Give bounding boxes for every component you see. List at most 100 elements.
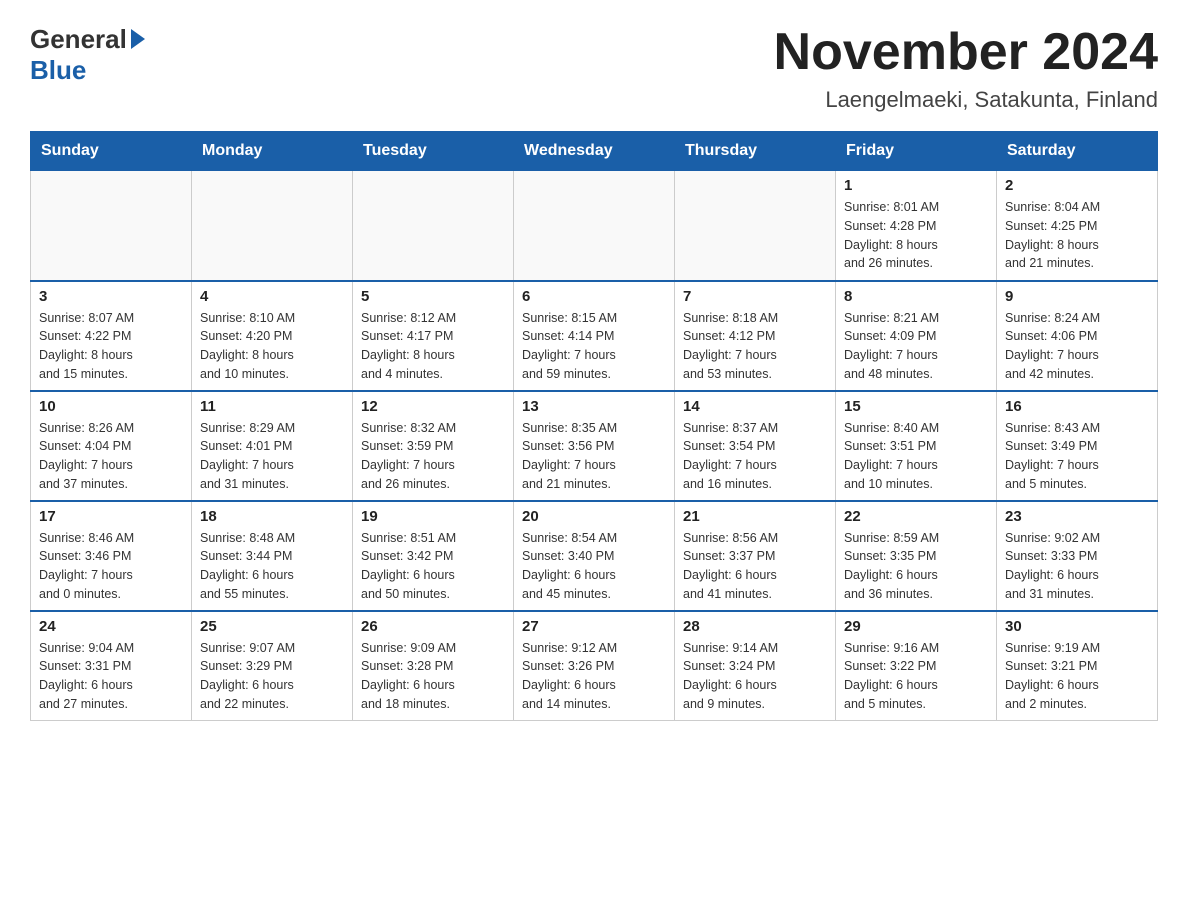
calendar-cell: 3Sunrise: 8:07 AM Sunset: 4:22 PM Daylig… [31, 281, 192, 391]
calendar-cell [675, 171, 836, 281]
day-info: Sunrise: 8:32 AM Sunset: 3:59 PM Dayligh… [361, 419, 505, 494]
calendar-cell: 29 Sunrise: 9:16 AM Sunset: 3:22 PM Dayli… [836, 611, 997, 721]
day-info: Sunrise: 8:59 AM Sunset: 3:35 PM Dayligh… [844, 529, 988, 604]
calendar-cell: 23Sunrise: 9:02 AM Sunset: 3:33 PM Dayli… [997, 501, 1158, 611]
day-info: Sunrise: 8:48 AM Sunset: 3:44 PM Dayligh… [200, 529, 344, 604]
logo: General Blue [30, 24, 145, 86]
day-number: 27 [522, 618, 666, 635]
weekday-header-monday: Monday [192, 132, 353, 171]
calendar-cell: 10 Sunrise: 8:26 AM Sunset: 4:04 PM Dayli… [31, 391, 192, 501]
calendar-cell [514, 171, 675, 281]
calendar-cell: 4 Sunrise: 8:10 AM Sunset: 4:20 PM Daylig… [192, 281, 353, 391]
calendar-week-row: 17 Sunrise: 8:46 AM Sunset: 3:46 PM Dayli… [31, 501, 1158, 611]
day-info: Sunrise: 8:07 AM Sunset: 4:22 PM Dayligh… [39, 309, 183, 384]
calendar-week-row: 10 Sunrise: 8:26 AM Sunset: 4:04 PM Dayli… [31, 391, 1158, 501]
day-info: Sunrise: 8:18 AM Sunset: 4:12 PM Dayligh… [683, 309, 827, 384]
day-number: 7 [683, 288, 827, 305]
calendar-cell: 7 Sunrise: 8:18 AM Sunset: 4:12 PM Daylig… [675, 281, 836, 391]
day-info: Sunrise: 9:09 AM Sunset: 3:28 PM Dayligh… [361, 639, 505, 714]
day-number: 2 [1005, 177, 1149, 194]
calendar-cell [192, 171, 353, 281]
calendar-cell: 24 Sunrise: 9:04 AM Sunset: 3:31 PM Dayli… [31, 611, 192, 721]
calendar-week-row: 1 Sunrise: 8:01 AM Sunset: 4:28 PM Daylig… [31, 171, 1158, 281]
day-number: 17 [39, 508, 183, 525]
weekday-header-friday: Friday [836, 132, 997, 171]
weekday-header-wednesday: Wednesday [514, 132, 675, 171]
calendar-cell: 21 Sunrise: 8:56 AM Sunset: 3:37 PM Dayli… [675, 501, 836, 611]
day-info: Sunrise: 8:10 AM Sunset: 4:20 PM Dayligh… [200, 309, 344, 384]
calendar-cell: 16 Sunrise: 8:43 AM Sunset: 3:49 PM Dayli… [997, 391, 1158, 501]
weekday-header-tuesday: Tuesday [353, 132, 514, 171]
calendar-cell: 18 Sunrise: 8:48 AM Sunset: 3:44 PM Dayli… [192, 501, 353, 611]
calendar-cell: 13Sunrise: 8:35 AM Sunset: 3:56 PM Dayli… [514, 391, 675, 501]
day-info: Sunrise: 8:24 AM Sunset: 4:06 PM Dayligh… [1005, 309, 1149, 384]
calendar-cell: 9 Sunrise: 8:24 AM Sunset: 4:06 PM Daylig… [997, 281, 1158, 391]
calendar-cell: 14Sunrise: 8:37 AM Sunset: 3:54 PM Dayli… [675, 391, 836, 501]
calendar-cell: 1 Sunrise: 8:01 AM Sunset: 4:28 PM Daylig… [836, 171, 997, 281]
day-number: 22 [844, 508, 988, 525]
day-number: 28 [683, 618, 827, 635]
day-info: Sunrise: 8:54 AM Sunset: 3:40 PM Dayligh… [522, 529, 666, 604]
day-info: Sunrise: 8:21 AM Sunset: 4:09 PM Dayligh… [844, 309, 988, 384]
day-info: Sunrise: 9:12 AM Sunset: 3:26 PM Dayligh… [522, 639, 666, 714]
day-info: Sunrise: 8:15 AM Sunset: 4:14 PM Dayligh… [522, 309, 666, 384]
day-number: 11 [200, 398, 344, 415]
day-info: Sunrise: 8:37 AM Sunset: 3:54 PM Dayligh… [683, 419, 827, 494]
day-number: 5 [361, 288, 505, 305]
day-number: 16 [1005, 398, 1149, 415]
day-number: 30 [1005, 618, 1149, 635]
day-info: Sunrise: 8:56 AM Sunset: 3:37 PM Dayligh… [683, 529, 827, 604]
weekday-header-row: SundayMondayTuesdayWednesdayThursdayFrid… [31, 132, 1158, 171]
day-info: Sunrise: 8:51 AM Sunset: 3:42 PM Dayligh… [361, 529, 505, 604]
day-number: 29 [844, 618, 988, 635]
day-info: Sunrise: 8:26 AM Sunset: 4:04 PM Dayligh… [39, 419, 183, 494]
day-info: Sunrise: 9:07 AM Sunset: 3:29 PM Dayligh… [200, 639, 344, 714]
logo-general-text: General [30, 24, 145, 55]
day-info: Sunrise: 9:02 AM Sunset: 3:33 PM Dayligh… [1005, 529, 1149, 604]
day-number: 1 [844, 177, 988, 194]
day-info: Sunrise: 9:04 AM Sunset: 3:31 PM Dayligh… [39, 639, 183, 714]
day-info: Sunrise: 8:29 AM Sunset: 4:01 PM Dayligh… [200, 419, 344, 494]
calendar-week-row: 3Sunrise: 8:07 AM Sunset: 4:22 PM Daylig… [31, 281, 1158, 391]
day-number: 24 [39, 618, 183, 635]
day-number: 10 [39, 398, 183, 415]
day-info: Sunrise: 8:43 AM Sunset: 3:49 PM Dayligh… [1005, 419, 1149, 494]
calendar-cell: 8 Sunrise: 8:21 AM Sunset: 4:09 PM Daylig… [836, 281, 997, 391]
day-number: 9 [1005, 288, 1149, 305]
calendar-cell: 28 Sunrise: 9:14 AM Sunset: 3:24 PM Dayli… [675, 611, 836, 721]
calendar-cell [353, 171, 514, 281]
day-info: Sunrise: 9:14 AM Sunset: 3:24 PM Dayligh… [683, 639, 827, 714]
day-info: Sunrise: 8:04 AM Sunset: 4:25 PM Dayligh… [1005, 198, 1149, 273]
day-number: 8 [844, 288, 988, 305]
day-number: 13 [522, 398, 666, 415]
day-info: Sunrise: 8:46 AM Sunset: 3:46 PM Dayligh… [39, 529, 183, 604]
calendar-cell: 26 Sunrise: 9:09 AM Sunset: 3:28 PM Dayli… [353, 611, 514, 721]
day-info: Sunrise: 8:12 AM Sunset: 4:17 PM Dayligh… [361, 309, 505, 384]
day-info: Sunrise: 9:16 AM Sunset: 3:22 PM Dayligh… [844, 639, 988, 714]
calendar-cell: 5 Sunrise: 8:12 AM Sunset: 4:17 PM Daylig… [353, 281, 514, 391]
day-info: Sunrise: 8:01 AM Sunset: 4:28 PM Dayligh… [844, 198, 988, 273]
title-section: November 2024 Laengelmaeki, Satakunta, F… [774, 24, 1158, 113]
calendar-week-row: 24 Sunrise: 9:04 AM Sunset: 3:31 PM Dayli… [31, 611, 1158, 721]
day-number: 26 [361, 618, 505, 635]
day-number: 25 [200, 618, 344, 635]
calendar-cell: 22 Sunrise: 8:59 AM Sunset: 3:35 PM Dayli… [836, 501, 997, 611]
calendar-cell: 27 Sunrise: 9:12 AM Sunset: 3:26 PM Dayli… [514, 611, 675, 721]
calendar-cell: 30Sunrise: 9:19 AM Sunset: 3:21 PM Dayli… [997, 611, 1158, 721]
calendar-cell: 19 Sunrise: 8:51 AM Sunset: 3:42 PM Dayli… [353, 501, 514, 611]
day-number: 19 [361, 508, 505, 525]
calendar-cell: 17 Sunrise: 8:46 AM Sunset: 3:46 PM Dayli… [31, 501, 192, 611]
weekday-header-thursday: Thursday [675, 132, 836, 171]
calendar-cell: 25 Sunrise: 9:07 AM Sunset: 3:29 PM Dayli… [192, 611, 353, 721]
logo-general-label: General [30, 24, 127, 55]
calendar-cell: 11 Sunrise: 8:29 AM Sunset: 4:01 PM Dayli… [192, 391, 353, 501]
day-number: 4 [200, 288, 344, 305]
day-info: Sunrise: 8:40 AM Sunset: 3:51 PM Dayligh… [844, 419, 988, 494]
calendar-cell: 6Sunrise: 8:15 AM Sunset: 4:14 PM Daylig… [514, 281, 675, 391]
calendar-cell: 2 Sunrise: 8:04 AM Sunset: 4:25 PM Daylig… [997, 171, 1158, 281]
weekday-header-saturday: Saturday [997, 132, 1158, 171]
day-number: 21 [683, 508, 827, 525]
day-number: 18 [200, 508, 344, 525]
day-number: 12 [361, 398, 505, 415]
calendar-table: SundayMondayTuesdayWednesdayThursdayFrid… [30, 131, 1158, 721]
